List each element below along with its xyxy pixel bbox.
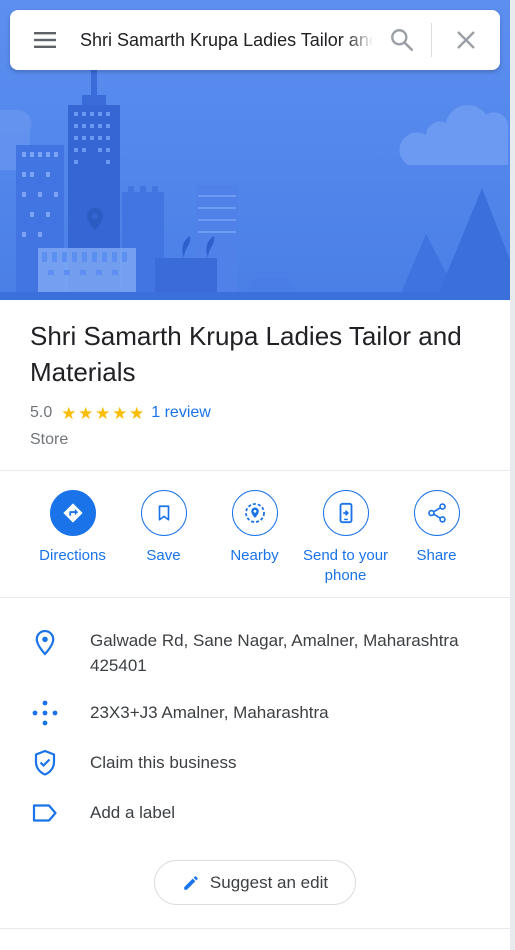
plus-code-row[interactable]: 23X3+J3 Amalner, Maharashtra (0, 700, 510, 728)
address-row[interactable]: Galwade Rd, Sane Nagar, Amalner, Maharas… (0, 628, 510, 680)
claim-business-text: Claim this business (90, 753, 237, 772)
place-header: Shri Samarth Krupa Ladies Tailor and Mat… (30, 318, 490, 451)
divider (0, 470, 510, 471)
star-rating: ★ ★ ★ ★ ★ (60, 405, 145, 422)
action-label: Send to your phone (302, 547, 389, 584)
share-button[interactable]: Share (391, 490, 482, 586)
pencil-icon (184, 875, 198, 890)
menu-button[interactable] (10, 10, 80, 70)
star-icon: ★ (129, 403, 145, 423)
send-to-phone-button[interactable]: Send to your phone (300, 490, 391, 586)
add-label-text: Add a label (90, 803, 176, 822)
plus-code-text: 23X3+J3 Amalner, Maharashtra (90, 703, 329, 722)
star-icon: ★ (61, 403, 77, 423)
search-box: Shri Samarth Krupa Ladies Tailor and Mat… (10, 10, 500, 70)
place-panel: Shri Samarth Krupa Ladies Tailor and Mat… (0, 0, 510, 950)
close-icon (457, 31, 475, 49)
plus-code-icon (32, 700, 58, 726)
add-label-row[interactable]: Add a label (0, 800, 510, 828)
place-title: Shri Samarth Krupa Ladies Tailor and Mat… (30, 321, 462, 387)
address-text: Galwade Rd, Sane Nagar, Amalner, Maharas… (90, 631, 459, 675)
bookmark-icon (158, 505, 169, 521)
divider (0, 928, 510, 929)
suggest-edit-label: Suggest an edit (209, 872, 329, 892)
rating-value: 5.0 (30, 404, 53, 421)
label-icon (32, 804, 57, 822)
star-icon: ★ (78, 403, 94, 423)
nearby-icon (244, 503, 265, 523)
star-icon: ★ (95, 403, 111, 423)
search-icon (391, 29, 414, 52)
reviews-link[interactable]: 1 review (151, 404, 211, 422)
directions-button[interactable]: Directions (27, 490, 118, 586)
menu-icon (34, 32, 56, 48)
search-button[interactable] (373, 10, 431, 70)
save-button[interactable]: Save (118, 490, 209, 586)
action-label: Nearby (230, 547, 279, 564)
search-input[interactable]: Shri Samarth Krupa Ladies Tailor and Mat… (80, 28, 373, 52)
directions-icon (62, 503, 83, 523)
rating-row: 5.0 ★ ★ ★ ★ ★ 1 review (30, 400, 490, 426)
location-pin-icon (35, 629, 55, 656)
place-category[interactable]: Store (30, 429, 490, 451)
action-label: Save (146, 547, 181, 564)
claim-business-row[interactable]: Claim this business (0, 749, 510, 778)
close-button[interactable] (432, 10, 500, 70)
action-label: Directions (39, 547, 106, 564)
star-icon: ★ (112, 403, 128, 423)
suggest-edit-button[interactable]: Suggest an edit (154, 860, 356, 905)
divider (0, 597, 510, 598)
verified-shield-icon (34, 749, 56, 776)
send-to-phone-icon (339, 502, 352, 524)
nearby-button[interactable]: Nearby (209, 490, 300, 586)
action-bar: Directions Save Nearby Send to your phon… (27, 490, 482, 586)
action-label: Share (416, 547, 457, 564)
share-icon (427, 503, 446, 523)
map-edge[interactable] (510, 0, 515, 950)
